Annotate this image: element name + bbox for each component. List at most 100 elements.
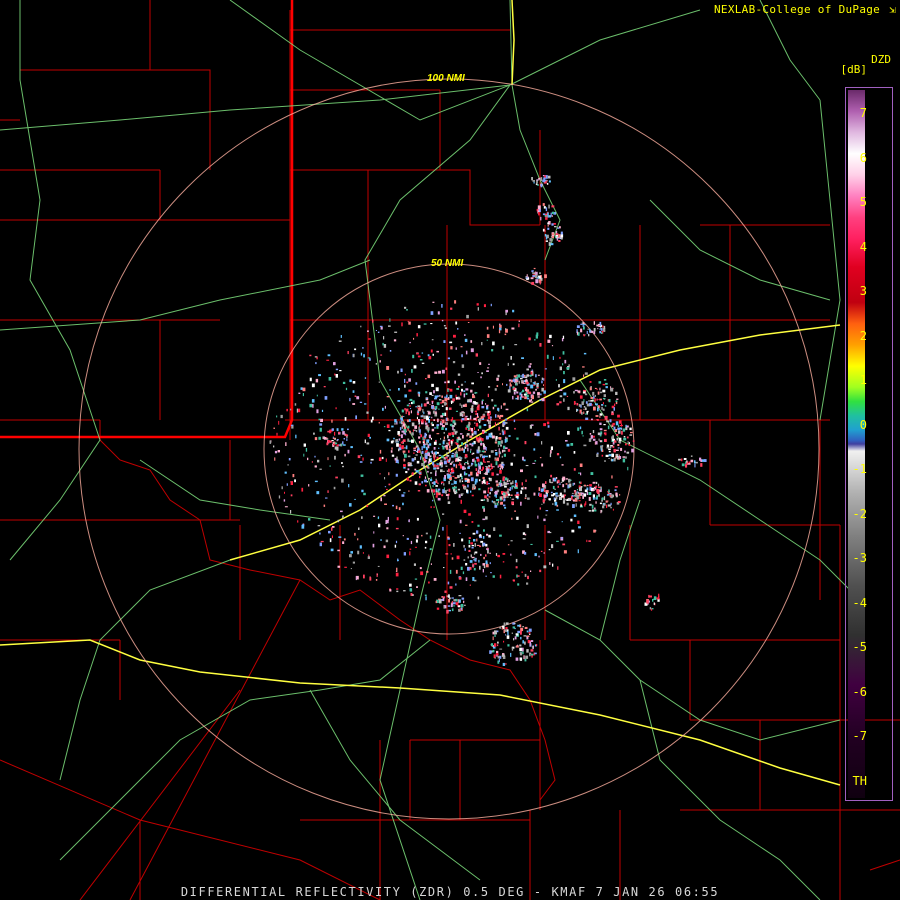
echo-pixel — [579, 426, 582, 430]
echo-pixel — [563, 550, 567, 554]
echo-pixel — [585, 417, 589, 420]
echo-pixel — [443, 436, 445, 440]
echo-pixel — [561, 494, 564, 496]
echo-pixel — [334, 431, 336, 436]
echo-pixel — [499, 467, 502, 470]
echo-pixel — [417, 447, 420, 451]
echo-pixel — [471, 453, 473, 455]
echo-pixel — [424, 476, 427, 479]
echo-pixel — [494, 490, 498, 495]
echo-pixel — [563, 379, 566, 384]
echo-pixel — [486, 326, 489, 330]
echo-pixel — [391, 425, 394, 428]
echo-pixel — [440, 438, 442, 440]
echo-pixel — [364, 439, 366, 444]
echo-pixel — [409, 588, 413, 592]
echo-pixel — [581, 492, 584, 495]
echo-pixel — [441, 455, 444, 459]
echo-pixel — [378, 457, 382, 461]
echo-pixel — [497, 644, 499, 647]
echo-pixel — [599, 321, 602, 326]
echo-pixel — [582, 324, 586, 326]
echo-pixel — [604, 460, 606, 462]
echo-pixel — [510, 494, 513, 496]
echo-pixel — [379, 325, 383, 327]
echo-pixel — [549, 562, 551, 565]
echo-pixel — [512, 579, 515, 581]
echo-pixel — [455, 450, 458, 454]
echo-pixel — [470, 450, 472, 453]
echo-pixel — [422, 408, 424, 413]
echo-pixel — [525, 479, 527, 482]
echo-pixel — [384, 477, 386, 480]
echo-pixel — [421, 362, 425, 364]
echo-pixel — [437, 465, 440, 467]
echo-pixel — [465, 444, 468, 448]
echo-pixel — [514, 427, 516, 430]
echo-pixel — [513, 387, 515, 390]
echo-pixel — [500, 405, 502, 409]
echo-pixel — [344, 417, 347, 421]
echo-pixel — [581, 401, 584, 405]
echo-pixel — [598, 494, 600, 497]
echo-pixel — [489, 552, 491, 554]
echo-pixel — [360, 325, 362, 328]
echo-pixel — [466, 439, 468, 443]
echo-pixel — [507, 644, 510, 647]
echo-pixel — [449, 445, 451, 449]
echo-pixel — [563, 371, 565, 375]
echo-pixel — [335, 407, 337, 410]
echo-pixel — [452, 398, 455, 402]
echo-pixel — [377, 331, 380, 333]
echo-pixel — [554, 226, 557, 228]
echo-pixel — [433, 452, 435, 455]
echo-pixel — [599, 502, 602, 505]
echo-pixel — [499, 655, 502, 659]
echo-pixel — [478, 488, 481, 491]
echo-pixel — [494, 657, 496, 659]
echo-pixel — [459, 519, 462, 524]
echo-pixel — [492, 341, 495, 346]
echo-pixel — [615, 449, 619, 451]
echo-pixel — [433, 467, 437, 470]
echo-pixel — [493, 527, 496, 531]
echo-pixel — [392, 504, 394, 507]
echo-pixel — [593, 328, 596, 332]
echo-pixel — [576, 495, 579, 500]
echo-pixel — [449, 423, 453, 426]
echo-pixel — [323, 437, 327, 440]
echo-pixel — [386, 554, 390, 559]
echo-pixel — [468, 474, 471, 477]
echo-pixel — [550, 212, 552, 216]
echo-pixel — [454, 453, 456, 458]
echo-pixel — [512, 622, 515, 625]
echo-pixel — [444, 381, 447, 384]
echo-pixel — [561, 338, 564, 342]
echo-pixel — [354, 348, 357, 351]
echo-pixel — [541, 377, 544, 380]
echo-pixel — [501, 466, 503, 470]
echo-pixel — [418, 472, 422, 474]
echo-pixel — [606, 504, 608, 508]
echo-pixel — [703, 459, 707, 462]
echo-pixel — [506, 491, 510, 494]
echo-pixel — [408, 321, 411, 325]
echo-pixel — [485, 516, 488, 520]
echo-pixel — [497, 554, 500, 558]
echo-pixel — [590, 400, 594, 402]
echo-pixel — [500, 414, 504, 418]
echo-pixel — [362, 347, 364, 349]
echo-pixel — [612, 508, 614, 511]
echo-pixel — [452, 460, 454, 462]
echo-pixel — [476, 458, 480, 462]
echo-pixel — [509, 497, 511, 499]
echo-pixel — [467, 399, 470, 402]
echo-pixel — [605, 382, 608, 385]
echo-pixel — [568, 478, 571, 483]
echo-pixel — [476, 303, 479, 306]
echo-pixel — [497, 422, 499, 425]
echo-pixel — [414, 425, 417, 429]
echo-pixel — [613, 426, 616, 430]
echo-pixel — [551, 544, 554, 549]
echo-pixel — [588, 492, 592, 495]
